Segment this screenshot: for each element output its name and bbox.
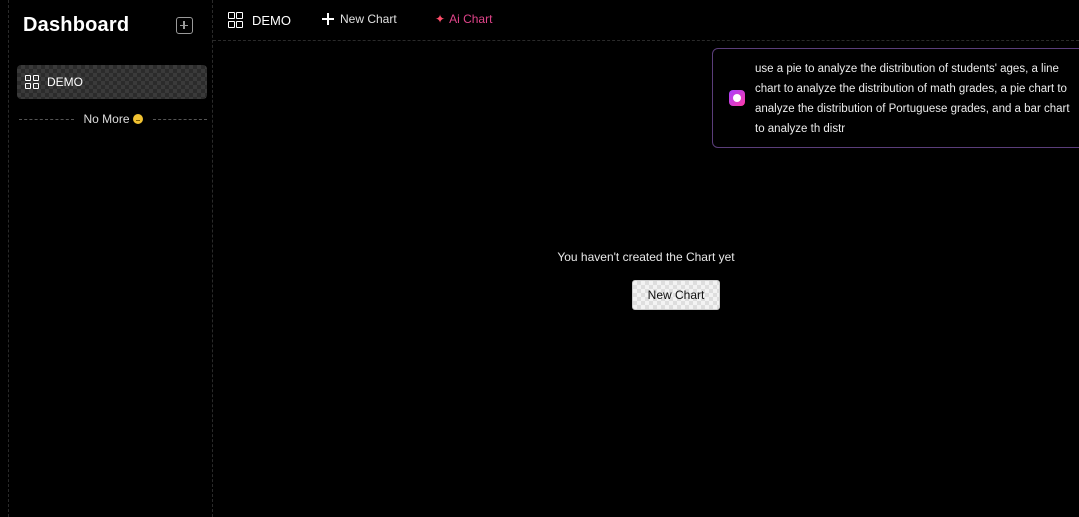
add-dashboard-icon[interactable] (176, 17, 193, 34)
sidebar: Dashboard DEMO No More (8, 0, 213, 517)
dashboard-grid-icon (25, 75, 39, 89)
ai-chart-link[interactable]: ✦ Ai Chart (435, 11, 492, 27)
ai-prompt-input[interactable]: use a pie to analyze the distribution of… (755, 59, 1073, 139)
ai-assistant-icon (729, 90, 745, 106)
sidebar-item-label: DEMO (47, 75, 83, 89)
new-chart-button[interactable]: New Chart (632, 280, 720, 310)
divider-line (152, 118, 208, 120)
divider-line (19, 118, 74, 120)
sidebar-item-demo[interactable]: DEMO (17, 65, 207, 99)
new-chart-link[interactable]: New Chart (322, 11, 397, 27)
app-root: Dashboard DEMO No More DEMO New Chart ✦ … (0, 0, 1079, 517)
emoji-icon (132, 114, 143, 124)
empty-state-message: You haven't created the Chart yet (557, 250, 735, 264)
no-more-text: No More (83, 112, 130, 126)
dashboard-grid-icon (228, 12, 243, 28)
ai-prompt-panel: use a pie to analyze the distribution of… (712, 48, 1079, 148)
tab-label: DEMO (252, 12, 291, 28)
no-more-divider: No More (19, 110, 208, 128)
new-chart-link-label: New Chart (340, 12, 397, 26)
plus-icon (322, 13, 334, 25)
tab-demo[interactable]: DEMO (228, 11, 291, 29)
sparkle-icon: ✦ (435, 12, 446, 26)
sidebar-title: Dashboard (23, 14, 130, 36)
ai-chart-link-label: Ai Chart (449, 12, 493, 26)
top-bar: DEMO New Chart ✦ Ai Chart (213, 0, 1079, 41)
